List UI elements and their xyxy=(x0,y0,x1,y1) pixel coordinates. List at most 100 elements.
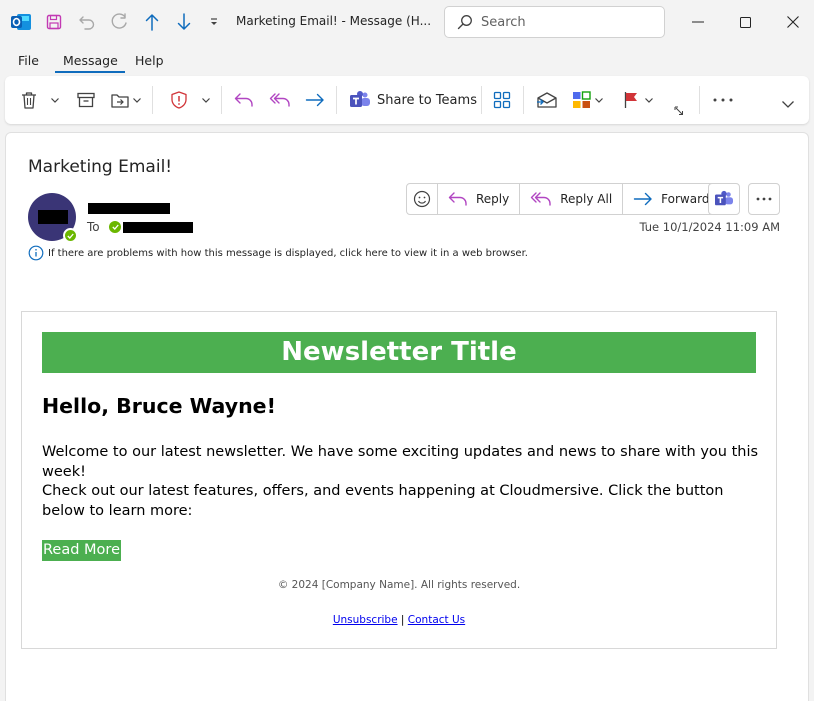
forward-icon xyxy=(305,93,324,107)
ribbon-separator xyxy=(523,86,524,114)
chevron-down-icon xyxy=(133,97,141,103)
more-actions-button[interactable] xyxy=(748,183,780,215)
shield-alert-icon xyxy=(171,91,187,109)
arrow-up-icon[interactable] xyxy=(142,10,162,34)
info-icon xyxy=(28,245,44,261)
ribbon-separator xyxy=(336,86,337,114)
forward-ribbon-button[interactable] xyxy=(305,88,325,112)
archive-button[interactable] xyxy=(77,88,95,112)
chevron-down-icon xyxy=(51,97,59,103)
report-dropdown[interactable] xyxy=(202,88,210,112)
contact-us-link[interactable]: Contact Us xyxy=(408,614,465,626)
delete-dropdown[interactable] xyxy=(51,88,59,112)
active-tab-indicator xyxy=(55,71,125,73)
tab-help[interactable]: Help xyxy=(135,50,164,71)
share-teams-button[interactable] xyxy=(708,183,740,215)
title-bar: Marketing Email! - Message (H... xyxy=(0,0,814,44)
tab-message[interactable]: Message xyxy=(63,50,118,71)
chevron-down-icon xyxy=(202,97,210,103)
copyright-text: © 2024 [Company Name]. All rights reserv… xyxy=(277,579,521,591)
apps-button[interactable] xyxy=(493,88,511,112)
window-title: Marketing Email! - Message (H... xyxy=(236,14,432,28)
reply-button[interactable]: Reply xyxy=(438,184,521,214)
flag-button[interactable] xyxy=(623,88,653,112)
email-body: Newsletter Title Hello, Bruce Wayne! Wel… xyxy=(21,311,777,649)
archive-icon xyxy=(77,92,95,108)
dialog-launcher-icon[interactable] xyxy=(674,104,684,118)
ribbon-separator xyxy=(481,86,482,114)
ribbon-expand-button[interactable] xyxy=(782,92,794,116)
reply-icon xyxy=(448,192,467,206)
envelope-open-icon xyxy=(537,92,557,108)
chevron-down-icon xyxy=(645,97,653,103)
message-date: Tue 10/1/2024 11:09 AM xyxy=(639,220,780,234)
minimize-button[interactable] xyxy=(688,12,708,32)
forward-icon xyxy=(633,192,652,206)
ribbon: Share to Teams xyxy=(5,76,809,124)
unsubscribe-link[interactable]: Unsubscribe xyxy=(333,614,398,626)
chevron-down-icon xyxy=(782,100,794,108)
display-problem-notice[interactable]: If there are problems with how this mess… xyxy=(28,245,528,261)
reply-all-icon xyxy=(531,192,551,206)
recipient-redacted xyxy=(123,222,193,233)
menu-tabs: File Message Help xyxy=(0,50,300,73)
arrow-down-icon[interactable] xyxy=(174,10,194,34)
link-separator: | xyxy=(400,614,405,626)
reply-ribbon-button[interactable] xyxy=(234,88,254,112)
display-problem-text: If there are problems with how this mess… xyxy=(48,247,528,259)
trash-icon xyxy=(22,92,36,109)
read-more-button[interactable]: Read More xyxy=(42,540,121,561)
categorize-button[interactable] xyxy=(572,88,603,112)
more-horizontal-icon xyxy=(756,197,772,201)
customize-toolbar-icon[interactable] xyxy=(206,10,222,34)
search-box[interactable] xyxy=(444,6,665,38)
recipient-presence-icon xyxy=(109,221,121,233)
undo-icon[interactable] xyxy=(77,10,97,34)
share-to-teams-button[interactable]: Share to Teams xyxy=(349,88,477,112)
footer-links: Unsubscribe | Contact Us xyxy=(22,614,776,626)
body-paragraph: Check out our latest features, offers, a… xyxy=(42,483,724,519)
more-commands-button[interactable] xyxy=(713,88,733,112)
presence-available-icon xyxy=(63,228,78,243)
ribbon-separator xyxy=(699,86,700,114)
reply-all-button[interactable]: Reply All xyxy=(520,184,624,214)
delete-button[interactable] xyxy=(21,88,37,112)
greeting: Hello, Bruce Wayne! xyxy=(42,394,276,418)
message-subject: Marketing Email! xyxy=(28,157,173,177)
newsletter-title: Newsletter Title xyxy=(42,332,756,373)
maximize-button[interactable] xyxy=(735,12,755,32)
ribbon-separator xyxy=(152,86,153,114)
reply-icon xyxy=(234,93,253,107)
mark-read-button[interactable] xyxy=(536,88,558,112)
report-button[interactable] xyxy=(171,88,187,112)
body-paragraph: Welcome to our latest newsletter. We hav… xyxy=(42,444,759,480)
reply-all-ribbon-button[interactable] xyxy=(269,88,291,112)
reply-label: Reply xyxy=(476,192,510,206)
reply-all-icon xyxy=(269,93,290,107)
move-button[interactable] xyxy=(111,88,141,112)
forward-button[interactable]: Forward xyxy=(623,184,719,214)
ribbon-separator xyxy=(221,86,222,114)
teams-icon xyxy=(350,91,370,107)
teams-icon xyxy=(715,190,733,206)
react-button[interactable] xyxy=(407,184,438,214)
tab-file[interactable]: File xyxy=(18,50,39,71)
move-folder-icon xyxy=(111,94,129,108)
redo-icon[interactable] xyxy=(109,10,129,34)
categorize-icon xyxy=(573,91,591,108)
search-icon xyxy=(457,15,472,30)
reading-pane: Marketing Email! To If there are problem… xyxy=(5,132,809,701)
more-horizontal-icon xyxy=(713,98,733,102)
to-label: To xyxy=(87,220,100,234)
reply-all-label: Reply All xyxy=(560,192,613,206)
save-icon[interactable] xyxy=(44,10,64,34)
outlook-icon xyxy=(10,10,32,34)
apps-grid-icon xyxy=(493,91,511,109)
emoji-icon xyxy=(413,190,431,208)
chevron-down-icon xyxy=(595,97,603,103)
message-actions: Reply Reply All Forward xyxy=(406,183,721,215)
search-input[interactable] xyxy=(481,14,651,30)
redaction-bar xyxy=(38,210,68,224)
forward-label: Forward xyxy=(661,192,710,206)
close-button[interactable] xyxy=(783,12,803,32)
